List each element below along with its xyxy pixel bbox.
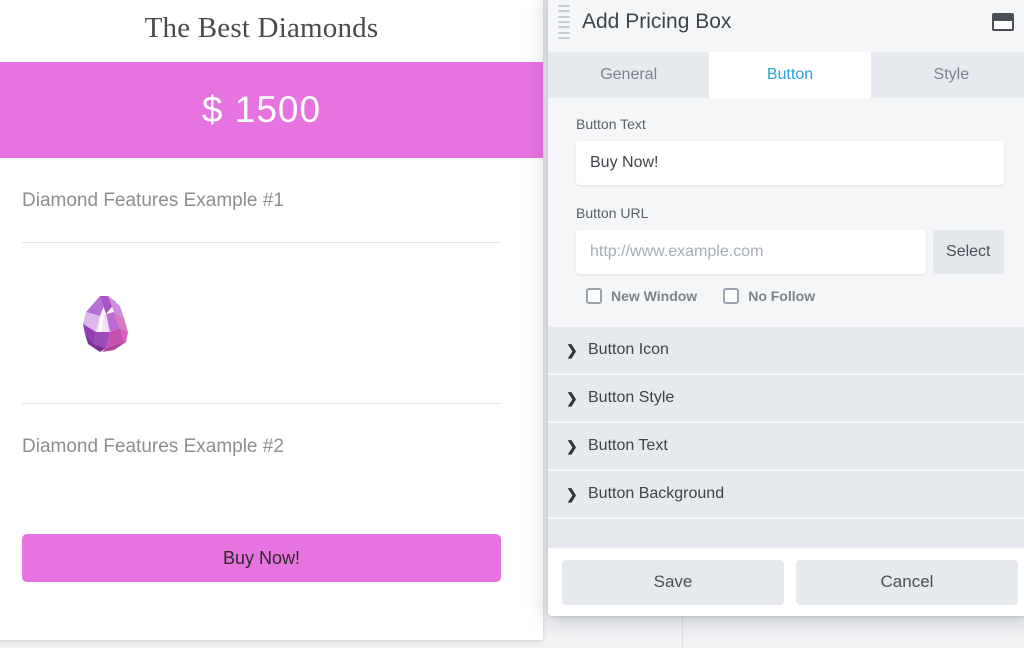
modal-title: Add Pricing Box xyxy=(582,10,732,33)
chevron-right-icon: ❯ xyxy=(566,437,578,454)
accordion-button-icon[interactable]: ❯ Button Icon xyxy=(548,326,1024,373)
app-root: The Best Diamonds $ 1500 Diamond Feature… xyxy=(0,0,1024,648)
field-spacer xyxy=(576,185,1004,205)
pricing-feature-1-body xyxy=(0,243,543,403)
accordion-button-text-label: Button Text xyxy=(588,437,668,454)
modal-header: Add Pricing Box xyxy=(548,0,1024,52)
new-window-checkbox-item[interactable]: New Window xyxy=(586,288,697,304)
button-fields-group: Button Text Button URL Select New Window xyxy=(548,98,1024,326)
modal-scroll-body[interactable]: Button Text Button URL Select New Window xyxy=(548,98,1024,547)
pricing-cta-wrapper: Buy Now! xyxy=(0,534,543,582)
accordion-button-background-label: Button Background xyxy=(588,485,725,502)
tab-button[interactable]: Button xyxy=(709,52,871,98)
buy-now-button[interactable]: Buy Now! xyxy=(22,534,501,582)
select-url-button[interactable]: Select xyxy=(932,230,1004,274)
drag-handle-icon[interactable] xyxy=(558,5,574,39)
pricing-feature-2: Diamond Features Example #2 xyxy=(0,404,543,534)
save-button[interactable]: Save xyxy=(562,559,784,605)
modal-footer: Save Cancel xyxy=(548,547,1024,616)
button-url-input[interactable] xyxy=(576,230,926,274)
accordion-button-style[interactable]: ❯ Button Style xyxy=(548,374,1024,421)
pricing-feature-1: Diamond Features Example #1 xyxy=(0,158,543,242)
tab-style[interactable]: Style xyxy=(870,52,1024,98)
pricing-box-features: Diamond Features Example #1 Diamond Feat… xyxy=(0,158,543,582)
pricing-feature-1-label: Diamond Features Example #1 xyxy=(22,190,284,211)
button-text-input[interactable] xyxy=(576,141,1004,185)
pricing-feature-2-label: Diamond Features Example #2 xyxy=(22,436,284,457)
button-url-label: Button URL xyxy=(576,205,649,221)
new-window-label: New Window xyxy=(611,288,698,304)
button-text-label: Button Text xyxy=(576,116,646,132)
checkbox-icon[interactable] xyxy=(586,288,602,304)
window-mode-icon[interactable] xyxy=(992,13,1014,31)
modal-tabs: General Button Style xyxy=(548,52,1024,98)
accordion-button-background[interactable]: ❯ Button Background xyxy=(548,470,1024,517)
checkbox-icon[interactable] xyxy=(723,288,740,304)
cancel-button[interactable]: Cancel xyxy=(796,559,1018,605)
add-pricing-box-modal: Add Pricing Box General Button Style But… xyxy=(548,0,1024,616)
no-follow-label: No Follow xyxy=(748,288,816,304)
accordion-button-style-label: Button Style xyxy=(588,389,675,406)
accordion-extra-row[interactable] xyxy=(548,518,1024,547)
tab-general[interactable]: General xyxy=(548,52,710,98)
accordion-button-icon-label: Button Icon xyxy=(588,341,669,358)
no-follow-checkbox-item[interactable]: No Follow xyxy=(723,288,815,304)
gem-stone-icon xyxy=(80,292,136,354)
accordion-button-text[interactable]: ❯ Button Text xyxy=(548,422,1024,469)
pricing-feature-2-body xyxy=(22,458,501,534)
chevron-right-icon: ❯ xyxy=(566,341,578,358)
pricing-box-price: $ 1500 xyxy=(0,62,543,158)
pricing-box-preview-card: The Best Diamonds $ 1500 Diamond Feature… xyxy=(0,0,543,640)
chevron-right-icon: ❯ xyxy=(566,389,578,406)
chevron-right-icon: ❯ xyxy=(566,485,578,502)
accordion-list: ❯ Button Icon ❯ Button Style ❯ Button Te… xyxy=(548,326,1024,547)
pricing-box-title: The Best Diamonds xyxy=(144,11,379,44)
link-options-row: New Window No Follow xyxy=(576,288,1004,304)
button-url-row: Select xyxy=(576,230,1004,274)
